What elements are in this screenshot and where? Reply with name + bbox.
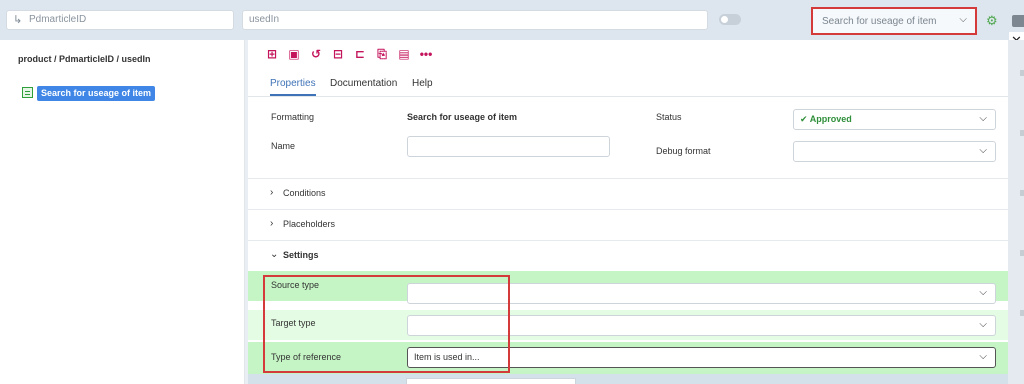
status-label: Status xyxy=(656,112,682,122)
tab-divider xyxy=(248,96,1008,97)
conditions-section-header[interactable]: › Conditions xyxy=(248,178,1008,208)
list-icon xyxy=(22,87,33,98)
placeholders-section-header[interactable]: › Placeholders xyxy=(248,209,1008,239)
function-select[interactable]: Search for useage of item ⌵ xyxy=(811,7,977,35)
edge-tick xyxy=(1020,190,1024,196)
chevron-down-icon: ⌵ xyxy=(979,113,987,124)
copy-icon[interactable]: ⎘ xyxy=(374,46,390,62)
name-input[interactable] xyxy=(407,136,610,157)
save-icon[interactable]: ▣ xyxy=(286,46,302,62)
edge-tick xyxy=(1020,130,1024,136)
settings-title: Settings xyxy=(283,250,319,260)
undo-icon[interactable]: ↺ xyxy=(308,46,324,62)
chevron-down-icon: ⌵ xyxy=(979,319,987,330)
name-label: Name xyxy=(271,141,296,151)
tab-documentation[interactable]: Documentation xyxy=(330,78,397,94)
toggle-switch[interactable] xyxy=(719,14,741,25)
partial-field xyxy=(406,378,576,384)
status-select[interactable]: ✔ Approved ⌵ xyxy=(793,109,996,130)
chevron-down-icon: ⌵ xyxy=(979,145,987,156)
object-name-value: usedIn xyxy=(249,14,280,25)
chevron-down-icon: ⌵ xyxy=(979,287,987,298)
parent-object-value: PdmarticleID xyxy=(29,14,87,25)
chevron-down-icon: ⌵ xyxy=(979,351,987,362)
tab-properties[interactable]: Properties xyxy=(270,78,316,96)
tree-item-label: Search for useage of item xyxy=(37,86,156,101)
function-select-value: Search for useage of item xyxy=(822,16,937,27)
edge-tick xyxy=(1020,70,1024,76)
tree-structure-icon[interactable]: ⊞ xyxy=(264,46,280,62)
edge-tick xyxy=(1020,250,1024,256)
breadcrumb: product / PdmarticleID / usedIn xyxy=(18,54,151,64)
parent-object-input[interactable]: ↳ PdmarticleID xyxy=(6,10,234,30)
conditions-title: Conditions xyxy=(283,188,326,198)
bottom-strip xyxy=(248,374,1008,384)
settings-section-header[interactable]: ⌄ Settings xyxy=(248,240,1008,270)
tree-panel: product / PdmarticleID / usedIn Search f… xyxy=(0,40,245,384)
tab-help[interactable]: Help xyxy=(412,78,433,94)
more-icon[interactable]: ••• xyxy=(418,46,434,62)
paste-icon[interactable]: ▤ xyxy=(396,46,412,62)
document-icon[interactable] xyxy=(1012,15,1024,27)
edge-tick xyxy=(1020,310,1024,316)
gear-icon[interactable]: ⚙ xyxy=(986,14,998,27)
top-bar: ↳ PdmarticleID usedIn Search for useage … xyxy=(0,0,1024,40)
chevron-down-icon: ⌵ xyxy=(959,14,967,25)
formatting-value: Search for useage of item xyxy=(407,112,518,122)
chevron-down-icon: ⌄ xyxy=(270,249,279,260)
return-arrow-icon: ↳ xyxy=(13,14,23,26)
object-name-input[interactable]: usedIn xyxy=(242,10,708,30)
chevron-right-icon: › xyxy=(270,218,274,229)
approved-value: ✔ Approved xyxy=(800,114,852,124)
right-edge xyxy=(1008,40,1024,384)
formatting-label: Formatting xyxy=(271,112,315,122)
annotation-highlight xyxy=(263,275,510,373)
debug-format-select[interactable]: ⌵ xyxy=(793,141,996,162)
add-entry-icon[interactable]: ⊟ xyxy=(330,46,346,62)
check-circle-icon: ✔ xyxy=(800,114,808,124)
chevron-right-icon: › xyxy=(270,187,274,198)
debug-format-label: Debug format xyxy=(656,146,711,156)
add-child-icon[interactable]: ⊏ xyxy=(352,46,368,62)
placeholders-title: Placeholders xyxy=(283,219,336,229)
